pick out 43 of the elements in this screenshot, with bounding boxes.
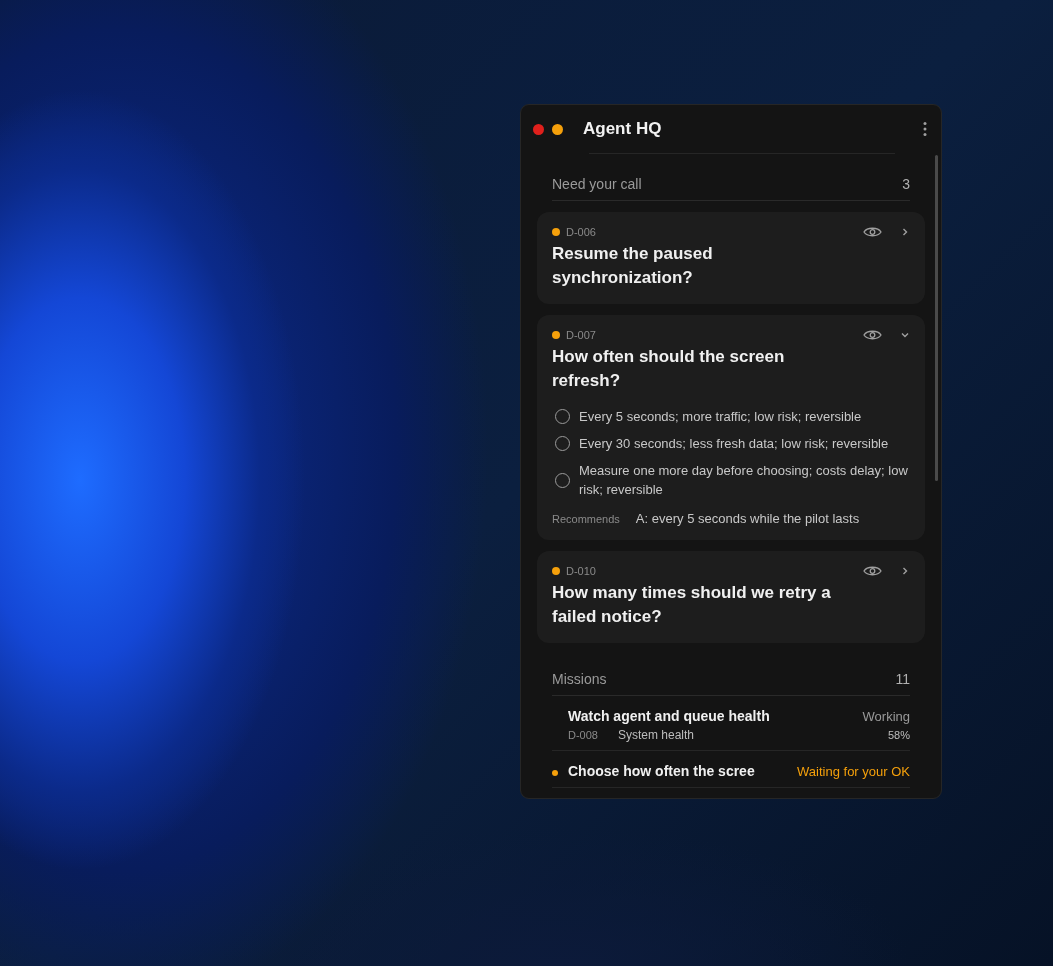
preview-button[interactable] (863, 329, 882, 341)
mission-category: System health (617, 728, 695, 742)
eye-icon (863, 329, 882, 341)
recommends-label: Recommends (552, 512, 620, 525)
decision-question: Resume the paused synchronization? (552, 243, 714, 289)
chevron-right-icon (900, 227, 910, 237)
section-count: 11 (895, 671, 910, 687)
minimize-dot[interactable] (552, 123, 563, 135)
eye-icon (863, 226, 882, 238)
mission-title[interactable]: Watch agent and queue health (568, 708, 770, 724)
close-dot[interactable] (533, 123, 544, 135)
decision-card[interactable]: D-006 Resume the paused synchronization? (537, 212, 925, 304)
decision-card[interactable]: D-010 How many times should we retry a failed notice? (537, 551, 925, 643)
decision-id: D-006 (566, 226, 597, 238)
window-title: Agent HQ (583, 119, 663, 139)
eye-icon (863, 565, 882, 577)
decision-card[interactable] (537, 315, 925, 540)
expand-button[interactable] (900, 566, 910, 576)
percent-text: 58% (887, 729, 910, 741)
chevron-down-icon (900, 330, 910, 340)
mission-status: Working (862, 709, 910, 724)
mission-status: Waiting for your OK (797, 764, 910, 779)
decision-question: How many times should we retry a failed notice? (552, 582, 832, 628)
decision-question: How often should the screen refresh? (552, 346, 786, 392)
section-title: Missions (552, 671, 607, 687)
option-label: Every 30 seconds; less fresh data; low risk; reversible (579, 435, 889, 453)
decision-id: D-010 (566, 565, 597, 577)
chevron-right-icon (900, 566, 910, 576)
decision-id: D-007 (566, 329, 597, 341)
preview-button[interactable] (863, 226, 882, 238)
recommendation-text: A: every 5 seconds while the pilot lasts (635, 511, 860, 526)
option-label: Every 5 seconds; more traffic; low risk; reversible (579, 408, 862, 426)
section-count: 3 (902, 176, 910, 192)
mission-title[interactable]: Choose how often the scree (568, 763, 755, 779)
preview-button[interactable] (863, 565, 882, 577)
expand-button[interactable] (900, 227, 910, 237)
more-menu-button[interactable] (923, 121, 927, 137)
option-radio[interactable]: Every 30 seconds; less fresh data; low risk; reversible (552, 434, 910, 453)
expand-button[interactable] (900, 330, 910, 340)
section-title: Need your call (552, 176, 642, 192)
option-radio[interactable]: Every 5 seconds; more traffic; low risk; reversible (552, 407, 910, 426)
scrollbar[interactable] (935, 155, 938, 481)
mission-id: D-008 (568, 729, 598, 741)
